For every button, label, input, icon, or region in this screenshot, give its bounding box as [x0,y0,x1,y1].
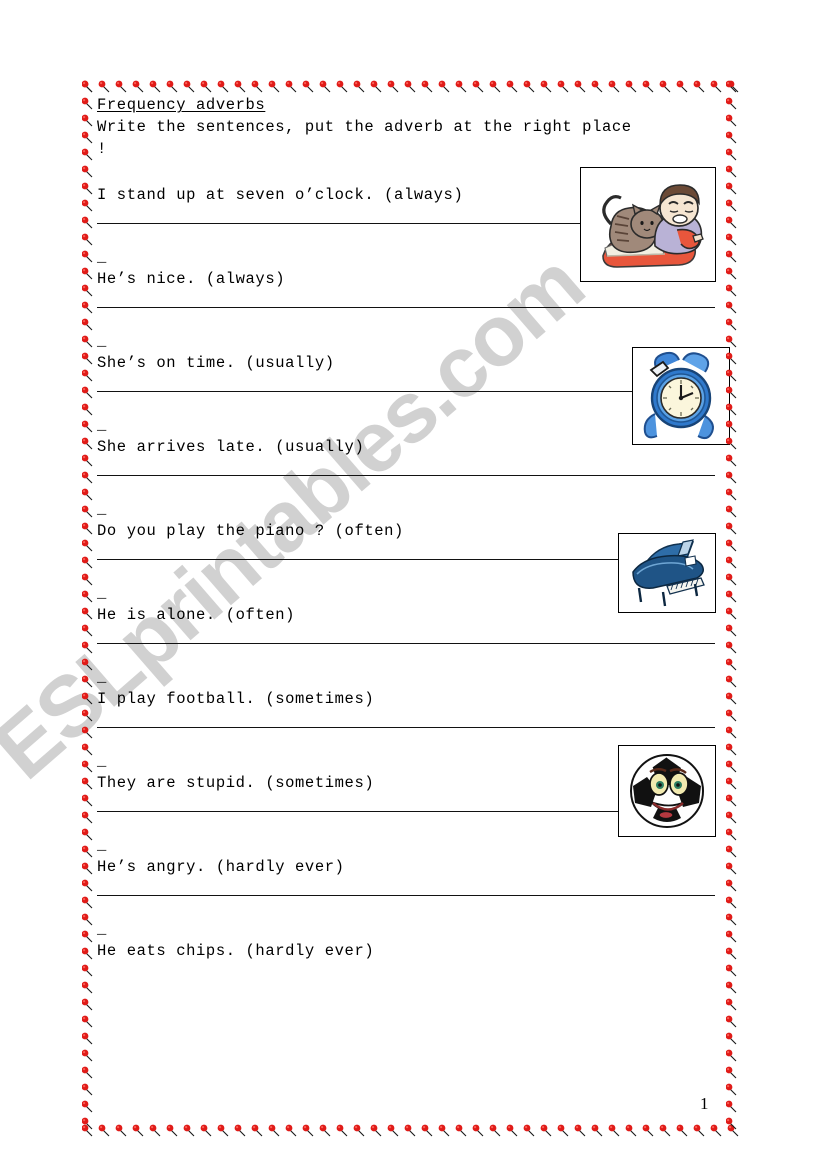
worksheet-page: ESLprintables.com Frequency adverbs Writ… [0,0,821,1169]
answer-dash-marker: _ [97,668,107,686]
exercise-sentence: She’s on time. (usually) [97,354,335,372]
answer-dash-marker: _ [97,836,107,854]
exercise-item: She’s on time. (usually) _ [97,352,722,436]
exercise-sentence: She arrives late. (usually) [97,438,365,456]
exercise-sentence: He’s angry. (hardly ever) [97,858,345,876]
exercise-item: He’s angry. (hardly ever) _ [97,856,722,940]
grand-piano-image [618,533,716,613]
smiling-football-image [618,745,716,837]
exercise-sentence: He eats chips. (hardly ever) [97,942,375,960]
waking-up-person-with-cat-image [580,167,716,282]
answer-dash-marker: _ [97,500,107,518]
page-title: Frequency adverbs [97,96,266,114]
answer-dash-marker: _ [97,332,107,350]
border-edge-right [726,80,740,1138]
exercise-item: He eats chips. (hardly ever) [97,940,722,962]
answer-dash-marker: _ [97,416,107,434]
border-edge-left [82,80,96,1138]
answer-dash-marker: _ [97,920,107,938]
border-edge-bottom [82,1124,740,1138]
exercise-item: She arrives late. (usually) _ [97,436,722,520]
border-edge-top [82,80,740,94]
alarm-clock-image [632,347,730,445]
exercise-sentence: I play football. (sometimes) [97,690,375,708]
exercise-item: He is alone. (often) _ [97,604,722,688]
instructions-text: Write the sentences, put the adverb at t… [97,118,642,158]
page-number: 1 [700,1094,709,1113]
